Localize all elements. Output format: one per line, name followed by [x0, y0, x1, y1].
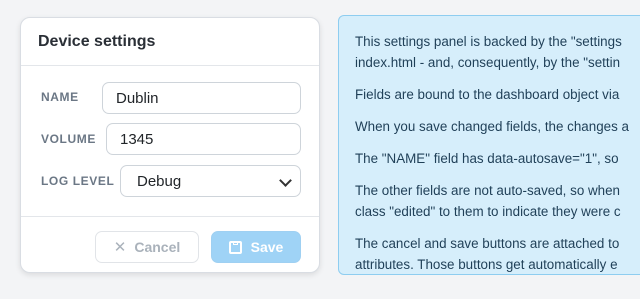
- chevron-down-icon: [279, 174, 292, 187]
- log-level-row: LOG LEVEL: [41, 174, 114, 188]
- name-input[interactable]: Dublin: [102, 82, 301, 114]
- save-label: Save: [250, 239, 284, 255]
- log-level-select[interactable]: Debug: [120, 165, 301, 197]
- info-line: class "edited" to them to indicate they …: [355, 204, 621, 219]
- panel-footer-divider: [21, 216, 319, 217]
- info-line: When you save changed fields, the change…: [355, 119, 629, 134]
- volume-input[interactable]: 1345: [106, 123, 301, 155]
- info-line: index.html - and, consequently, by the "…: [355, 55, 621, 70]
- save-button[interactable]: Save: [211, 231, 301, 263]
- cancel-button[interactable]: ✕ Cancel: [95, 231, 199, 263]
- info-line: The cancel and save buttons are attached…: [355, 236, 620, 251]
- name-row: NAME: [41, 90, 79, 104]
- close-icon: ✕: [113, 239, 127, 256]
- info-line: The "NAME" field has data-autosave="1", …: [355, 151, 619, 166]
- name-label: NAME: [41, 90, 79, 104]
- info-line: attributes. Those buttons get automatica…: [355, 257, 618, 272]
- info-alert-box: This settings panel is backed by the "se…: [338, 15, 640, 275]
- info-line: This settings panel is backed by the "se…: [355, 34, 622, 49]
- device-settings-panel: Device settings NAME Dublin VOLUME 1345 …: [20, 17, 320, 273]
- volume-label: VOLUME: [41, 132, 96, 146]
- save-icon: [228, 240, 242, 254]
- info-line: The other fields are not auto-saved, so …: [355, 183, 620, 198]
- info-line: Fields are bound to the dashboard object…: [355, 87, 620, 102]
- log-level-selected-value: Debug: [137, 172, 182, 190]
- panel-title: Device settings: [21, 18, 319, 66]
- log-level-label: LOG LEVEL: [41, 174, 115, 188]
- volume-row: VOLUME: [41, 132, 96, 146]
- cancel-label: Cancel: [134, 239, 181, 255]
